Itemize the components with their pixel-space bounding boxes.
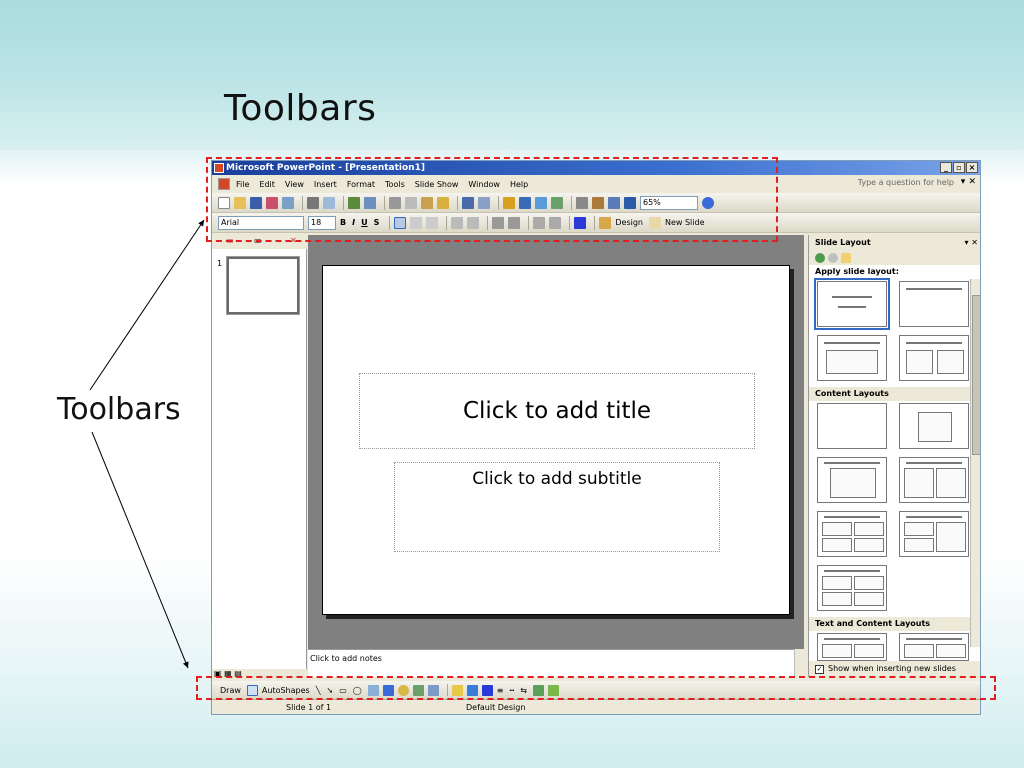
home-icon[interactable] — [841, 253, 851, 263]
show-when-inserting-checkbox[interactable]: ✓ — [815, 664, 824, 674]
task-pane-scrollbar[interactable] — [970, 279, 980, 647]
status-bar: Slide 1 of 1 Default Design — [212, 699, 980, 714]
layout-title-content-two[interactable] — [817, 511, 887, 557]
toolbars-callout-label: Toolbars — [57, 392, 181, 427]
help-question-box[interactable]: Type a question for help — [858, 178, 954, 187]
text-content-layouts-heading: Text and Content Layouts — [809, 617, 980, 631]
layout-text-content[interactable] — [817, 633, 887, 661]
slide-header-band — [0, 0, 1024, 150]
task-pane-close-icon[interactable]: ▾ ✕ — [964, 235, 978, 251]
layout-title-two-content[interactable] — [899, 457, 969, 503]
slide-thumbnail[interactable] — [226, 256, 300, 315]
slide-canvas: Click to add title Click to add subtitle — [322, 265, 790, 615]
layout-title-two-content-over[interactable] — [899, 511, 969, 557]
drawing-toolbar-highlight — [196, 676, 996, 700]
forward-icon[interactable] — [828, 253, 838, 263]
slide-count-status: Slide 1 of 1 — [286, 703, 332, 712]
layout-title-content[interactable] — [817, 457, 887, 503]
task-pane-footer: ✓ Show when inserting new slides — [809, 661, 980, 677]
apply-layout-label: Apply slide layout: — [815, 267, 899, 276]
powerpoint-window: Microsoft PowerPoint - [Presentation1] _… — [211, 160, 981, 715]
arrow-to-top-toolbars — [89, 219, 205, 391]
close-document-icon[interactable]: ▾ ✕ — [961, 177, 976, 187]
task-pane-header: Slide Layout ▾ ✕ — [809, 235, 980, 251]
slides-thumbnail-pane: 1 — [212, 249, 307, 669]
title-placeholder[interactable]: Click to add title — [359, 373, 755, 449]
content-layouts-heading: Content Layouts — [809, 387, 980, 401]
subtitle-placeholder[interactable]: Click to add subtitle — [394, 462, 720, 552]
top-toolbars-highlight — [206, 157, 778, 242]
content-layouts-grid — [809, 401, 980, 617]
notes-scrollbar[interactable] — [794, 649, 804, 677]
layout-blank[interactable] — [817, 403, 887, 449]
task-pane: Slide Layout ▾ ✕ Apply slide layout: Con… — [808, 235, 980, 677]
slide-title: Toolbars — [224, 88, 377, 129]
layout-content[interactable] — [899, 403, 969, 449]
restore-button[interactable]: ▫ — [953, 162, 965, 173]
layout-four-content[interactable] — [817, 565, 887, 611]
layout-title-text[interactable] — [817, 335, 887, 381]
close-button[interactable]: × — [966, 162, 978, 173]
back-icon[interactable] — [815, 253, 825, 263]
show-when-inserting-label: Show when inserting new slides — [828, 664, 956, 673]
layout-two-column-text[interactable] — [899, 335, 969, 381]
slide-editing-area: Click to add title Click to add subtitle — [308, 235, 804, 649]
notes-pane[interactable]: Click to add notes — [308, 649, 804, 677]
design-status: Default Design — [466, 703, 526, 712]
arrow-to-drawing-toolbar — [91, 431, 189, 669]
task-pane-title: Slide Layout — [815, 238, 871, 247]
layout-title-slide[interactable] — [814, 278, 890, 330]
minimize-button[interactable]: _ — [940, 162, 952, 173]
slide-number: 1 — [217, 259, 223, 268]
layout-content-text[interactable] — [899, 633, 969, 661]
text-layouts-grid — [809, 278, 980, 387]
layout-title-only[interactable] — [899, 281, 969, 327]
task-pane-nav — [809, 251, 980, 265]
task-pane-scroll-thumb[interactable] — [972, 295, 980, 455]
